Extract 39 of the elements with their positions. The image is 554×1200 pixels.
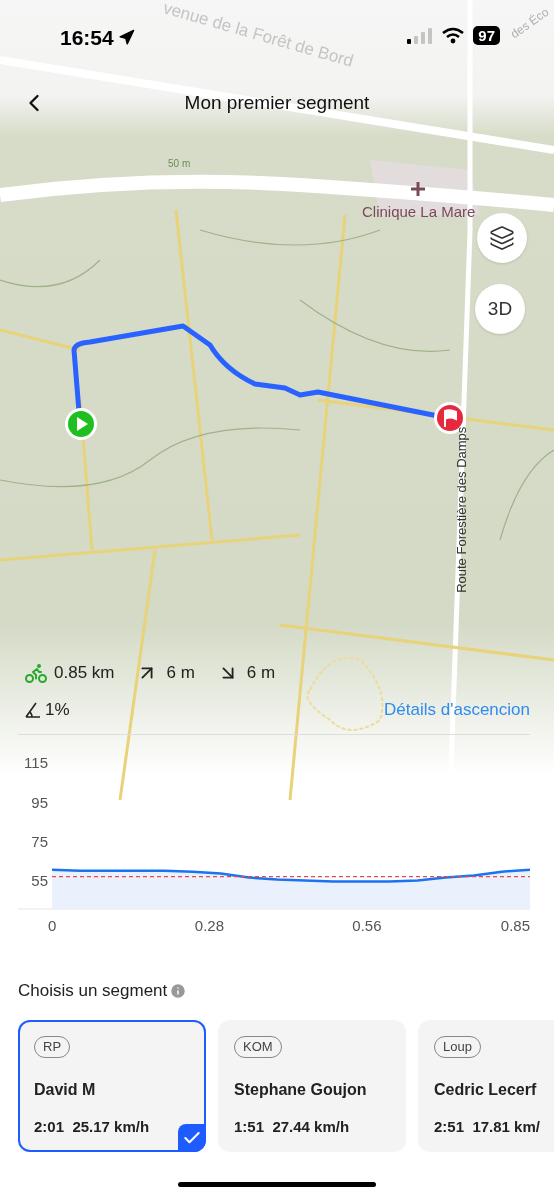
ascent-value: 6 m [166, 662, 195, 685]
wifi-icon [441, 27, 466, 44]
status-time: 16:54 [60, 25, 114, 51]
signal-icon [407, 27, 434, 44]
segment-result: 2:01 25.17 km/h [34, 1116, 151, 1137]
axis-tick-label: 55 [31, 872, 48, 890]
segment-card[interactable]: Loup Cedric Lecerf 2:51 17.81 km/ [418, 1019, 554, 1152]
grade-value: 1% [45, 699, 70, 722]
axis-tick-label: 0.28 [194, 917, 225, 934]
segment-card[interactable]: RP David M 2:01 25.17 km/h [18, 1019, 206, 1152]
location-icon [117, 29, 135, 47]
axis-tick-label: 0.56 [352, 917, 382, 934]
place-label: Clinique La Mare [362, 202, 476, 222]
start-marker-icon [64, 407, 98, 441]
axis-tick-label: 95 [31, 793, 48, 811]
street-label: Route Forestière des Damps [453, 425, 471, 595]
bike-icon [24, 661, 48, 685]
contour-label: 50 m [168, 157, 191, 171]
athlete-name: David M [34, 1079, 97, 1100]
descent-value: 6 m [246, 662, 276, 685]
athlete-name: Cedric Lecerf [434, 1079, 538, 1100]
section-title: Choisis un segment [18, 980, 168, 1002]
segment-card[interactable]: KOM Stephane Goujon 1:51 27.44 km/h [218, 1019, 406, 1152]
segment-result: 2:51 17.81 km/ [434, 1116, 541, 1137]
segment-result: 1:51 27.44 km/h [234, 1116, 351, 1137]
axis-tick-label: 75 [31, 833, 48, 851]
info-icon [169, 981, 188, 1000]
street-label: des Éco [506, 3, 553, 43]
check-icon [178, 1123, 206, 1152]
page-title: Mon premier segment [184, 90, 370, 115]
angle-icon [24, 702, 42, 718]
axis-tick-label: 0 [48, 917, 57, 934]
distance-value: 0.85 km [54, 662, 115, 685]
athlete-name: Stephane Goujon [234, 1079, 368, 1100]
hospital-icon [409, 180, 427, 198]
layers-icon [489, 225, 515, 251]
axis-tick-label: 0.85 [500, 917, 530, 934]
axis-tick-label: 115 [24, 754, 48, 772]
battery-indicator: 97 [473, 26, 500, 45]
